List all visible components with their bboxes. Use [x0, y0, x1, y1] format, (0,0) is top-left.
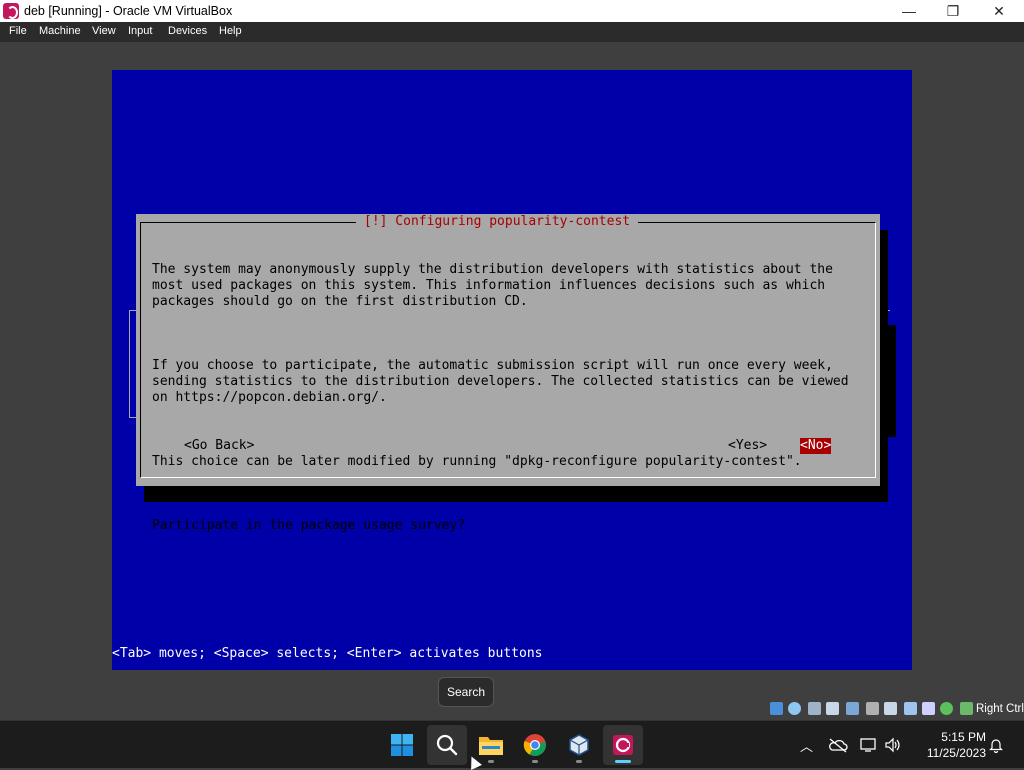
menu-devices[interactable]: Devices	[168, 25, 207, 37]
usb-icon[interactable]	[846, 702, 859, 715]
keyboard-hint-footer: <Tab> moves; <Space> selects; <Enter> ac…	[112, 646, 543, 661]
menu-view[interactable]: View	[92, 25, 116, 37]
deb-vm-button[interactable]	[603, 725, 643, 765]
recording-icon[interactable]	[904, 702, 917, 715]
no-button[interactable]: <No>	[800, 438, 832, 454]
onedrive-icon[interactable]	[828, 737, 848, 753]
virtualbox-debian-icon	[3, 3, 19, 19]
minimize-icon: —	[902, 3, 916, 19]
survey-question: Participate in the package usage survey?	[152, 518, 466, 533]
paragraph-statistics: The system may anonymously supply the di…	[152, 262, 833, 309]
close-icon: ✕	[993, 2, 1005, 19]
virtualization-icon[interactable]	[922, 702, 935, 715]
search-tooltip: Search	[438, 677, 494, 707]
menu-input[interactable]: Input	[128, 25, 152, 37]
menu-file[interactable]: File	[9, 25, 27, 37]
menu-bar: File Machine View Input Devices Help	[0, 22, 1024, 42]
display-icon[interactable]	[884, 702, 897, 715]
installer-dialog: [!] Configuring popularity-contest The s…	[136, 214, 880, 533]
clock-time: 5:15 PM	[941, 730, 986, 744]
dialog-title: [!] Configuring popularity-contest	[356, 214, 639, 230]
chrome-button[interactable]	[515, 725, 555, 765]
paragraph-reconfigure: This choice can be later modified by run…	[152, 454, 802, 469]
menu-help[interactable]: Help	[219, 25, 242, 37]
host-key-label: Right Ctrl	[976, 703, 1024, 715]
vm-display[interactable]: [!] Configuring popularity-contest The s…	[112, 70, 912, 670]
maximize-icon: ❐	[946, 2, 960, 19]
search-icon	[436, 734, 458, 756]
running-indicator	[488, 760, 494, 763]
show-hidden-icons-icon[interactable]: ︿	[800, 736, 813, 755]
go-back-button[interactable]: <Go Back>	[184, 438, 254, 454]
shared-folders-icon[interactable]	[866, 702, 879, 715]
active-indicator	[615, 760, 631, 763]
keyboard-icon[interactable]	[960, 702, 973, 715]
maximize-button[interactable]: ❐	[930, 0, 976, 22]
window-title: deb [Running] - Oracle VM VirtualBox	[24, 4, 233, 18]
mouse-integration-icon[interactable]	[940, 702, 953, 715]
windows-taskbar: ︿ 5:15 PM 11/25/2023	[0, 720, 1024, 768]
notification-bell-icon[interactable]	[988, 737, 1004, 753]
network-icon[interactable]	[860, 737, 878, 753]
start-button[interactable]	[382, 725, 422, 765]
virtualbox-icon	[569, 734, 589, 756]
optical-drive-icon[interactable]	[788, 702, 801, 715]
debian-vm-icon	[613, 735, 633, 755]
folder-icon	[479, 737, 503, 755]
audio-icon[interactable]	[808, 702, 821, 715]
running-indicator	[532, 760, 538, 763]
system-clock[interactable]: 5:15 PM 11/25/2023	[916, 729, 986, 761]
hard-disk-icon[interactable]	[770, 702, 783, 715]
window-titlebar: deb [Running] - Oracle VM VirtualBox — ❐…	[0, 0, 1024, 22]
close-button[interactable]: ✕	[976, 0, 1022, 22]
yes-button[interactable]: <Yes>	[728, 438, 767, 454]
dialog-body: The system may anonymously supply the di…	[152, 246, 872, 566]
volume-icon[interactable]	[884, 737, 902, 753]
paragraph-participation: If you choose to participate, the automa…	[152, 358, 849, 405]
chrome-icon	[523, 734, 546, 756]
minimize-button[interactable]: —	[886, 0, 932, 22]
menu-machine[interactable]: Machine	[39, 25, 81, 37]
running-indicator	[576, 760, 582, 763]
clock-date: 11/25/2023	[926, 746, 986, 760]
search-button[interactable]	[427, 725, 467, 765]
network-icon[interactable]	[826, 702, 839, 715]
virtualbox-button[interactable]	[559, 725, 599, 765]
windows-logo-icon	[391, 734, 413, 756]
